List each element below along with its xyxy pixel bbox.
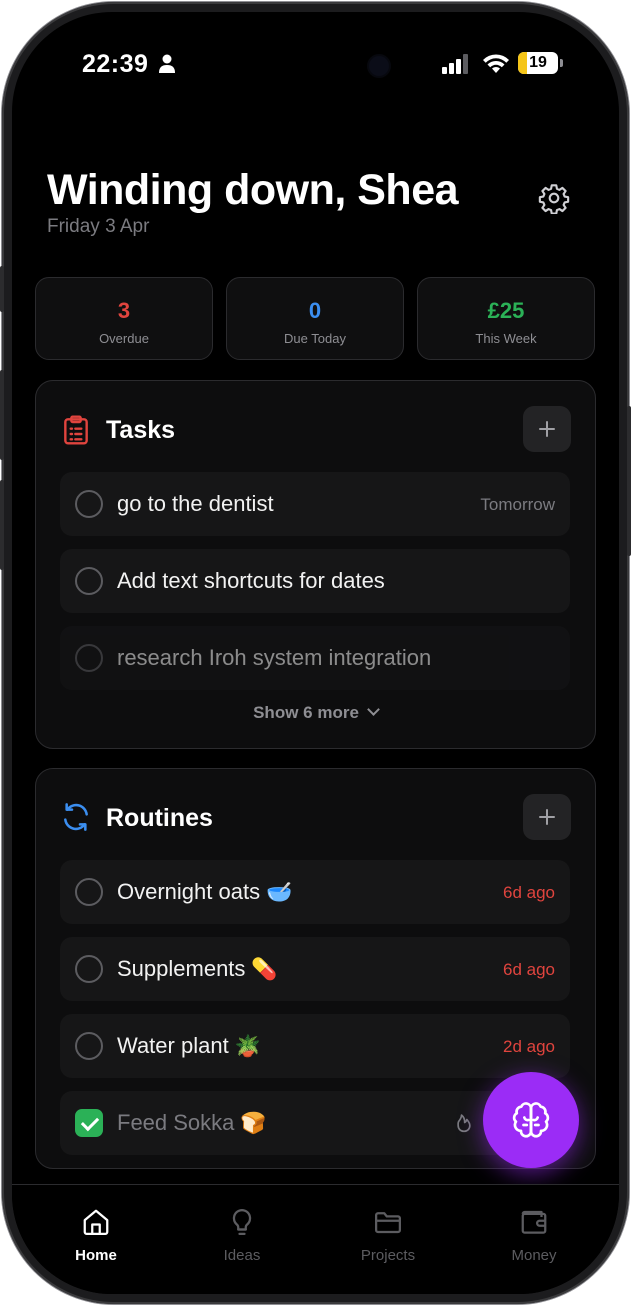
wallet-icon bbox=[521, 1210, 547, 1234]
routine-label: Supplements 💊 bbox=[117, 956, 278, 981]
tab-label: Ideas bbox=[223, 1247, 261, 1264]
wifi-icon bbox=[483, 54, 509, 73]
routines-title: Routines bbox=[106, 804, 213, 832]
battery-icon: 19 bbox=[518, 52, 558, 74]
tab-projects[interactable]: Projects bbox=[318, 1185, 458, 1285]
bread-icon: 🍞 bbox=[240, 1111, 267, 1135]
routine-checkbox[interactable] bbox=[75, 1032, 103, 1060]
stat-card-this-week[interactable]: £25 This Week bbox=[417, 277, 595, 360]
chevron-down-icon bbox=[367, 703, 380, 716]
routine-checkbox[interactable] bbox=[75, 878, 103, 906]
stat-card-due-today[interactable]: 0 Due Today bbox=[226, 277, 404, 360]
tab-label: Home bbox=[75, 1247, 117, 1264]
task-due: Tomorrow bbox=[480, 495, 555, 514]
routine-row[interactable]: Water plant 🪴 2d ago bbox=[60, 1014, 570, 1078]
show-more-label: Show 6 more bbox=[253, 703, 359, 722]
gear-icon[interactable] bbox=[538, 182, 570, 214]
task-label: research Iroh system integration bbox=[117, 645, 432, 670]
folder-icon bbox=[375, 1212, 401, 1234]
stat-label-this-week: This Week bbox=[475, 331, 537, 346]
task-checkbox[interactable] bbox=[75, 644, 103, 672]
bowl-icon: 🥣 bbox=[266, 880, 293, 904]
tasks-panel: Tasks go to the dentist Tomorrow Add tex… bbox=[35, 380, 596, 749]
task-row[interactable]: research Iroh system integration bbox=[60, 626, 570, 690]
routine-checkbox-checked[interactable] bbox=[75, 1109, 103, 1137]
routine-checkbox[interactable] bbox=[75, 955, 103, 983]
stat-value-due-today: 0 bbox=[308, 298, 322, 323]
task-row[interactable]: Add text shortcuts for dates bbox=[60, 549, 570, 613]
battery-level: 19 bbox=[529, 54, 547, 71]
add-routine-button[interactable] bbox=[523, 794, 571, 840]
task-row[interactable]: go to the dentist Tomorrow bbox=[60, 472, 570, 536]
tasks-title: Tasks bbox=[106, 416, 176, 444]
volume-up-button bbox=[0, 370, 4, 460]
cellular-signal-icon bbox=[442, 54, 468, 74]
show-more-button[interactable]: Show 6 more bbox=[36, 703, 595, 723]
current-date: Friday 3 Apr bbox=[47, 216, 150, 237]
app-screen: 22:39 19 Winding down, Shea Friday 3 Apr… bbox=[12, 12, 619, 1294]
routine-row[interactable]: Overnight oats 🥣 6d ago bbox=[60, 860, 570, 924]
front-camera bbox=[369, 56, 389, 76]
bottom-tab-bar: Home Ideas Projects Money bbox=[12, 1184, 619, 1294]
routine-label: Water plant 🪴 bbox=[117, 1033, 261, 1058]
task-checkbox[interactable] bbox=[75, 567, 103, 595]
routine-last-done: 6d ago bbox=[503, 960, 555, 979]
battery-cap bbox=[560, 59, 563, 67]
routine-label: Feed Sokka 🍞 bbox=[117, 1110, 267, 1135]
tab-home[interactable]: Home bbox=[26, 1185, 166, 1285]
task-label: go to the dentist bbox=[117, 491, 274, 516]
home-icon bbox=[83, 1209, 109, 1235]
volume-down-button bbox=[0, 480, 4, 570]
routine-row[interactable]: Supplements 💊 6d ago bbox=[60, 937, 570, 1001]
tab-ideas[interactable]: Ideas bbox=[172, 1185, 312, 1285]
lightbulb-icon bbox=[232, 1209, 252, 1235]
status-time: 22:39 bbox=[82, 50, 149, 78]
stat-label-overdue: Overdue bbox=[99, 331, 149, 346]
stat-value-this-week: £25 bbox=[487, 298, 525, 323]
add-task-button[interactable] bbox=[523, 406, 571, 452]
tab-label: Projects bbox=[360, 1247, 416, 1264]
action-button bbox=[0, 266, 4, 312]
routine-label: Overnight oats 🥣 bbox=[117, 879, 293, 904]
routine-last-done: 6d ago bbox=[503, 883, 555, 902]
task-checkbox[interactable] bbox=[75, 490, 103, 518]
brain-fab-button[interactable] bbox=[483, 1072, 579, 1168]
clipboard-icon bbox=[64, 415, 88, 445]
page-title: Winding down, Shea bbox=[47, 166, 459, 214]
pill-icon: 💊 bbox=[251, 957, 278, 981]
brain-icon bbox=[512, 1102, 550, 1138]
routine-last-done: 2d ago bbox=[503, 1037, 555, 1056]
power-button bbox=[627, 406, 631, 556]
refresh-icon bbox=[64, 803, 88, 831]
task-label: Add text shortcuts for dates bbox=[117, 568, 385, 593]
person-icon bbox=[159, 54, 175, 73]
flame-icon bbox=[457, 1114, 471, 1133]
tab-money[interactable]: Money bbox=[464, 1185, 604, 1285]
tab-label: Money bbox=[511, 1247, 557, 1264]
plant-icon: 🪴 bbox=[234, 1034, 261, 1058]
stat-label-due-today: Due Today bbox=[284, 331, 346, 346]
stat-card-overdue[interactable]: 3 Overdue bbox=[35, 277, 213, 360]
stat-value-overdue: 3 bbox=[117, 298, 131, 323]
